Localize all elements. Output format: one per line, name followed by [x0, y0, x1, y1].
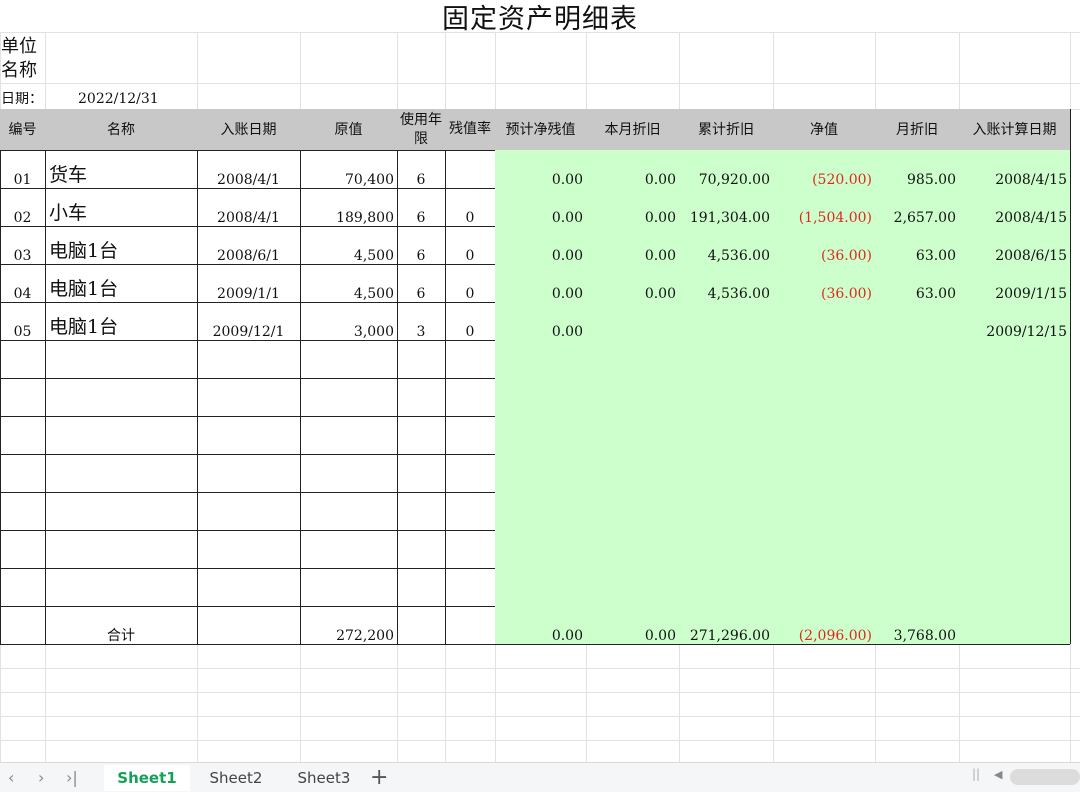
cell-useful-life[interactable]: 6 — [397, 226, 445, 264]
cell-net-value[interactable]: (36.00) — [773, 264, 875, 302]
cell-est-salvage[interactable]: 0.00 — [495, 150, 586, 188]
cell-calc-date[interactable]: 2008/4/15 — [959, 150, 1070, 188]
unit-name-label[interactable]: 单位名称 — [1, 35, 45, 83]
sheet-title[interactable]: 固定资产明细表 — [0, 0, 1080, 35]
date-value[interactable]: 2022/12/31 — [78, 92, 178, 109]
cell-name[interactable]: 电脑1台 — [45, 226, 197, 264]
scroll-left-icon[interactable]: ◀ — [994, 768, 1002, 781]
cell-accum-dep[interactable]: 4,536.00 — [679, 226, 773, 264]
cell-id[interactable]: 02 — [0, 188, 45, 226]
cell-monthly-dep[interactable]: 0.00 — [586, 264, 679, 302]
cell-accum-dep[interactable]: 191,304.00 — [679, 188, 773, 226]
cell-monthly-dep[interactable]: 0.00 — [586, 188, 679, 226]
last-sheet-icon[interactable]: ›| — [66, 768, 78, 787]
cell-est-salvage[interactable]: 0.00 — [495, 264, 586, 302]
add-sheet-icon[interactable]: + — [370, 765, 388, 790]
cell-calc-date[interactable]: 2009/12/15 — [959, 302, 1070, 340]
cell-net-value[interactable]: (36.00) — [773, 226, 875, 264]
cell-est-salvage[interactable]: 0.00 — [495, 226, 586, 264]
cell-net-value[interactable] — [773, 302, 875, 340]
cell-est-salvage[interactable]: 0.00 — [495, 302, 586, 340]
cell-entry-date[interactable]: 2009/1/1 — [197, 264, 300, 302]
hdr-calc-date[interactable]: 入账计算日期 — [959, 109, 1070, 150]
cell-entry-date[interactable]: 2008/6/1 — [197, 226, 300, 264]
total-accum-dep[interactable]: 271,296.00 — [679, 606, 773, 644]
hdr-monthly-dep[interactable]: 本月折旧 — [586, 109, 679, 150]
cell-entry-date[interactable]: 2008/4/1 — [197, 188, 300, 226]
hdr-net-value[interactable]: 净值 — [773, 109, 875, 150]
total-net-value[interactable]: (2,096.00) — [773, 606, 875, 644]
cell-original-value[interactable]: 189,800 — [300, 188, 397, 226]
cell-entry-date[interactable]: 2008/4/1 — [197, 150, 300, 188]
cell-monthly-dep[interactable]: 0.00 — [586, 150, 679, 188]
spreadsheet-grid[interactable]: 固定资产明细表 单位名称日期： 2022/12/31 编号 名称 入账日期 原值 使用年限残… — [0, 0, 1080, 762]
cell-id[interactable]: 03 — [0, 226, 45, 264]
tab-sheet2[interactable]: Sheet2 — [194, 765, 278, 791]
cell-monthly-dep[interactable]: 0.00 — [586, 226, 679, 264]
date-label[interactable]: 日期： — [1, 92, 45, 109]
cell-month-dep[interactable]: 2,657.00 — [875, 188, 959, 226]
cell-id[interactable]: 01 — [0, 150, 45, 188]
hdr-entry-date[interactable]: 入账日期 — [197, 109, 300, 150]
cell-month-dep[interactable]: 985.00 — [875, 150, 959, 188]
cell-original-value[interactable]: 70,400 — [300, 150, 397, 188]
total-monthly-dep[interactable]: 0.00 — [586, 606, 679, 644]
cell-name[interactable]: 电脑1台 — [45, 302, 197, 340]
hdr-salvage-rate[interactable]: 残值率 — [445, 109, 495, 150]
tab-sheet1[interactable]: Sheet1 — [104, 765, 190, 791]
cell-month-dep[interactable]: 63.00 — [875, 226, 959, 264]
cell-calc-date[interactable]: 2009/1/15 — [959, 264, 1070, 302]
cell-month-dep[interactable] — [875, 302, 959, 340]
prev-sheet-icon[interactable]: ‹ — [8, 768, 14, 787]
cell-est-salvage[interactable]: 0.00 — [495, 188, 586, 226]
hdr-name[interactable]: 名称 — [45, 109, 197, 150]
total-month-dep[interactable]: 3,768.00 — [875, 606, 959, 644]
cell-id[interactable]: 05 — [0, 302, 45, 340]
cell-accum-dep[interactable] — [679, 302, 773, 340]
cell-salvage-rate[interactable]: 0 — [445, 226, 495, 264]
cell-useful-life[interactable]: 6 — [397, 264, 445, 302]
cell-salvage-rate[interactable]: 0 — [445, 302, 495, 340]
cell-calc-date[interactable]: 2008/4/15 — [959, 188, 1070, 226]
tab-sheet3[interactable]: Sheet3 — [282, 765, 366, 791]
cell-salvage-rate[interactable]: 0 — [445, 188, 495, 226]
cell-name[interactable]: 小车 — [45, 188, 197, 226]
cell-salvage-rate[interactable]: 0 — [445, 264, 495, 302]
cell-monthly-dep[interactable] — [586, 302, 679, 340]
hdr-original-value[interactable]: 原值 — [300, 109, 397, 150]
cell-useful-life[interactable]: 3 — [397, 302, 445, 340]
total-original-value[interactable]: 272,200 — [300, 606, 397, 644]
sheet-tab-bar: ‹ › ›| Sheet1 Sheet2 Sheet3 + || ◀ — [0, 762, 1080, 792]
cell-original-value[interactable]: 4,500 — [300, 264, 397, 302]
cell-original-value[interactable]: 3,000 — [300, 302, 397, 340]
cell-net-value[interactable]: (520.00) — [773, 150, 875, 188]
cell-calc-date[interactable]: 2008/6/15 — [959, 226, 1070, 264]
horizontal-scrollbar[interactable] — [1010, 769, 1080, 785]
cell-id[interactable]: 04 — [0, 264, 45, 302]
hdr-useful-life[interactable]: 使用年限 — [397, 109, 445, 150]
cell-useful-life[interactable]: 6 — [397, 188, 445, 226]
hdr-est-salvage[interactable]: 预计净残值 — [495, 109, 586, 150]
cell-entry-date[interactable]: 2009/12/1 — [197, 302, 300, 340]
hdr-accum-dep[interactable]: 累计折旧 — [679, 109, 773, 150]
cell-accum-dep[interactable]: 4,536.00 — [679, 264, 773, 302]
total-est-salvage[interactable]: 0.00 — [495, 606, 586, 644]
cell-useful-life[interactable]: 6 — [397, 150, 445, 188]
cell-name[interactable]: 电脑1台 — [45, 264, 197, 302]
cell-salvage-rate[interactable] — [445, 150, 495, 188]
cell-accum-dep[interactable]: 70,920.00 — [679, 150, 773, 188]
cell-original-value[interactable]: 4,500 — [300, 226, 397, 264]
cell-net-value[interactable]: (1,504.00) — [773, 188, 875, 226]
next-sheet-icon[interactable]: › — [38, 768, 44, 787]
total-label[interactable]: 合计 — [45, 606, 197, 644]
cell-name[interactable]: 货车 — [45, 150, 197, 188]
hdr-id[interactable]: 编号 — [0, 109, 45, 150]
scroll-divider-icon[interactable]: || — [972, 767, 980, 781]
cell-month-dep[interactable]: 63.00 — [875, 264, 959, 302]
hdr-month-dep[interactable]: 月折旧 — [875, 109, 959, 150]
